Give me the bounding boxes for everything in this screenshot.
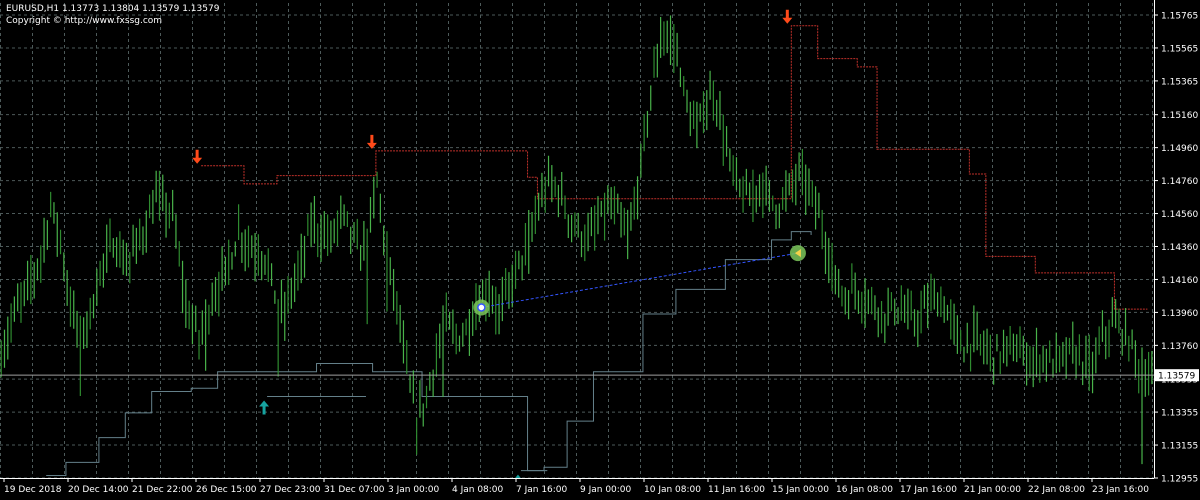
- time-tick-label: 10 Jan 08:00: [644, 485, 701, 495]
- price-chart[interactable]: 1.15765 1.15565 1.15365 1.15160 1.14960 1.147…: [0, 0, 1200, 500]
- price-tick-label: 1.13960: [1161, 309, 1198, 319]
- time-tick-label: 23 Jan 16:00: [1092, 485, 1149, 495]
- current-price-label: 1.13579: [1158, 372, 1195, 382]
- time-tick-label: 22 Jan 08:00: [1028, 485, 1085, 495]
- price-tick-label: 1.13155: [1161, 442, 1198, 452]
- time-tick-label: 16 Jan 08:00: [836, 485, 893, 495]
- time-tick-label: 15 Jan 00:00: [772, 485, 829, 495]
- price-tick-label: 1.14760: [1161, 177, 1198, 187]
- trade-marker-exit[interactable]: [789, 245, 806, 262]
- price-tick-label: 1.13355: [1161, 409, 1198, 419]
- time-tick-label: 21 Jan 00:00: [964, 485, 1021, 495]
- time-tick-label: 19 Dec 2018: [4, 485, 62, 495]
- time-tick-label: 21 Dec 22:00: [132, 485, 193, 495]
- time-tick-label: 27 Dec 23:00: [260, 485, 321, 495]
- price-tick-label: 1.14560: [1161, 210, 1198, 220]
- time-tick-label: 17 Jan 16:00: [900, 485, 957, 495]
- chart-symbol-header: EURUSD,H1 1.13773 1.13804 1.13579 1.1357…: [6, 4, 220, 14]
- entry-dot-icon: [477, 303, 486, 312]
- time-tick-label: 26 Dec 15:00: [196, 485, 257, 495]
- chart-background: [0, 0, 1200, 500]
- price-tick-label: 1.15365: [1161, 77, 1198, 87]
- price-tick-label: 1.14960: [1161, 144, 1198, 154]
- price-tick-label: 1.14160: [1161, 276, 1198, 286]
- time-tick-label: 9 Jan 00:00: [580, 485, 632, 495]
- price-tick-label: 1.13760: [1161, 342, 1198, 352]
- time-tick-label: 31 Dec 07:00: [324, 485, 385, 495]
- trade-marker-entry[interactable]: [473, 299, 490, 316]
- time-tick-label: 20 Dec 14:00: [68, 485, 129, 495]
- price-tick-label: 1.12955: [1161, 475, 1198, 485]
- copyright-notice: Copyright © http://www.fxssg.com: [6, 16, 163, 26]
- price-tick-label: 1.15765: [1161, 12, 1198, 22]
- price-tick-label: 1.15565: [1161, 44, 1198, 54]
- time-tick-label: 7 Jan 16:00: [516, 485, 568, 495]
- price-tick-label: 1.15160: [1161, 111, 1198, 121]
- time-tick-label: 11 Jan 16:00: [708, 485, 765, 495]
- time-tick-label: 3 Jan 00:00: [388, 485, 440, 495]
- time-tick-label: 4 Jan 08:00: [452, 485, 504, 495]
- price-tick-label: 1.14360: [1161, 243, 1198, 253]
